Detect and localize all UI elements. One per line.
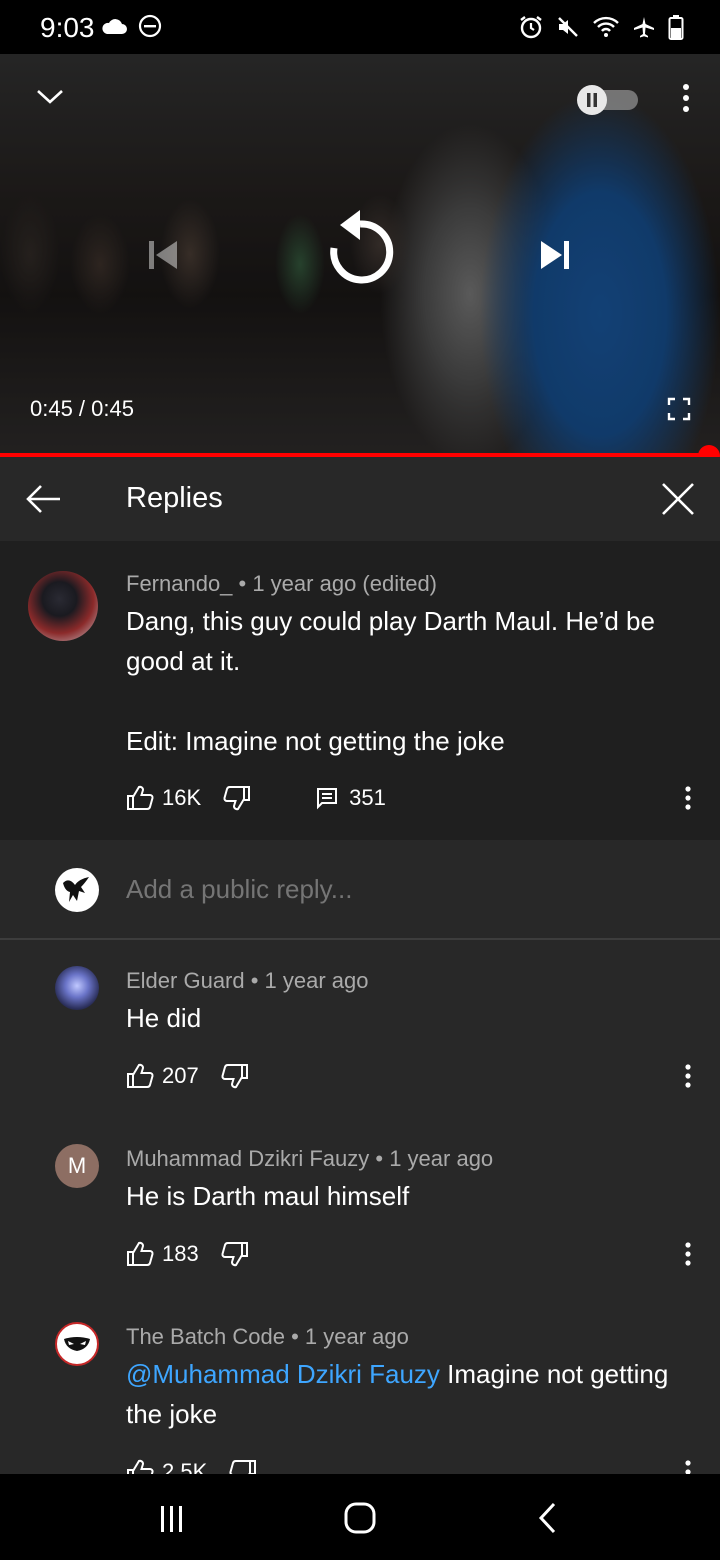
comment-text: He is Darth maul himself bbox=[126, 1181, 410, 1211]
home-button[interactable] bbox=[338, 1496, 382, 1540]
next-video-button[interactable] bbox=[532, 234, 578, 280]
reply-count-button[interactable] bbox=[313, 784, 341, 812]
mute-icon bbox=[556, 15, 580, 44]
nav-back-button[interactable] bbox=[526, 1496, 570, 1540]
thumb-down-icon bbox=[221, 1242, 248, 1267]
reply-input[interactable] bbox=[126, 874, 666, 905]
comment-meta: The Batch Code • 1 year ago bbox=[126, 1324, 409, 1349]
replies-list: Elder Guard • 1 year ago He did 207 M Mu… bbox=[0, 940, 720, 1474]
mention-link[interactable]: @Muhammad Dzikri Fauzy bbox=[126, 1359, 440, 1389]
battery-icon bbox=[668, 14, 684, 45]
mask-face-icon bbox=[64, 1337, 90, 1351]
thumb-up-icon bbox=[127, 1459, 154, 1474]
skip-next-icon bbox=[537, 239, 573, 276]
comment-more-button[interactable] bbox=[678, 1062, 698, 1090]
cloud-icon bbox=[100, 16, 128, 41]
video-time: 0:45 / 0:45 bbox=[30, 396, 134, 421]
video-player[interactable]: 0:45 / 0:45 bbox=[0, 54, 720, 456]
dislike-button[interactable] bbox=[221, 1240, 249, 1268]
avatar[interactable] bbox=[55, 966, 99, 1010]
fullscreen-button[interactable] bbox=[664, 396, 694, 426]
system-navigation-bar bbox=[0, 1474, 720, 1560]
like-count: 16K bbox=[162, 785, 202, 810]
comment-actions: 207 bbox=[126, 1062, 249, 1090]
more-vertical-icon bbox=[685, 786, 691, 810]
dislike-button[interactable] bbox=[223, 784, 251, 812]
more-vertical-icon bbox=[685, 1064, 691, 1088]
dislike-button[interactable] bbox=[221, 1062, 249, 1090]
home-icon bbox=[344, 1502, 376, 1534]
comment-actions: 183 bbox=[126, 1240, 249, 1268]
more-vertical-icon bbox=[682, 83, 690, 118]
avatar bbox=[55, 868, 99, 912]
thumb-down-icon bbox=[223, 786, 251, 811]
airplane-icon bbox=[632, 15, 656, 44]
more-vertical-icon bbox=[685, 1460, 691, 1474]
like-button[interactable] bbox=[126, 1240, 154, 1268]
thumb-up-icon bbox=[127, 1063, 154, 1088]
comment-meta: Muhammad Dzikri Fauzy • 1 year ago bbox=[126, 1146, 494, 1171]
autoplay-pause-icon bbox=[577, 85, 638, 115]
avatar[interactable] bbox=[28, 571, 98, 641]
thumb-up-icon bbox=[127, 785, 154, 810]
thumb-down-icon bbox=[229, 1460, 257, 1474]
parent-comment: Fernando_ • 1 year ago (edited) Dang, th… bbox=[0, 541, 720, 840]
like-count: 207 bbox=[162, 1063, 199, 1088]
wifi-icon bbox=[592, 15, 620, 44]
comment-text: He did bbox=[126, 1003, 202, 1033]
comment-text: Dang, this guy could play Darth Maul. He… bbox=[126, 606, 655, 756]
previous-video-button[interactable] bbox=[140, 234, 186, 280]
more-vertical-icon bbox=[685, 1242, 691, 1266]
thumb-up-icon bbox=[127, 1241, 154, 1266]
comment-more-button[interactable] bbox=[678, 1240, 698, 1268]
close-replies-button[interactable] bbox=[658, 479, 698, 519]
add-reply-row bbox=[0, 840, 720, 940]
recent-apps-button[interactable] bbox=[150, 1496, 194, 1540]
comment-actions: 16K 351 bbox=[126, 784, 386, 812]
comment-more-button[interactable] bbox=[678, 784, 698, 812]
thumb-down-icon bbox=[221, 1064, 248, 1089]
replies-header: Replies bbox=[0, 457, 720, 541]
avatar[interactable]: M bbox=[55, 1144, 99, 1188]
chevron-left-icon bbox=[538, 1502, 556, 1534]
like-button[interactable] bbox=[126, 1062, 154, 1090]
status-time: 9:03 bbox=[40, 12, 95, 43]
player-more-button[interactable] bbox=[672, 82, 700, 118]
chevron-down-icon bbox=[35, 88, 65, 111]
autoplay-toggle[interactable] bbox=[576, 84, 640, 116]
status-bar: 9:03 bbox=[0, 0, 720, 54]
replay-icon bbox=[322, 209, 398, 299]
skip-previous-icon bbox=[145, 239, 181, 276]
fullscreen-icon bbox=[667, 397, 691, 426]
back-button[interactable] bbox=[24, 481, 64, 517]
comment-meta: Fernando_ • 1 year ago (edited) bbox=[126, 571, 438, 596]
do-not-disturb-icon bbox=[138, 14, 162, 43]
like-button[interactable] bbox=[126, 784, 154, 812]
reply-count: 351 bbox=[349, 785, 386, 810]
close-icon bbox=[658, 483, 698, 523]
like-count: 183 bbox=[162, 1241, 199, 1266]
collapse-player-button[interactable] bbox=[30, 84, 70, 114]
replay-button[interactable] bbox=[320, 209, 400, 299]
dislike-button[interactable] bbox=[229, 1458, 257, 1474]
comment-icon bbox=[317, 788, 338, 810]
like-button[interactable] bbox=[126, 1458, 154, 1474]
avatar[interactable] bbox=[55, 1322, 99, 1366]
comment-actions: 2.5K bbox=[126, 1458, 257, 1474]
pegasus-icon bbox=[63, 877, 89, 902]
comment-text: @Muhammad Dzikri Fauzy Imagine not getti… bbox=[126, 1359, 669, 1429]
comment-meta: Elder Guard • 1 year ago bbox=[126, 968, 369, 993]
like-count: 2.5K bbox=[162, 1459, 208, 1474]
comment-more-button[interactable] bbox=[678, 1458, 698, 1474]
recent-apps-icon bbox=[161, 1506, 182, 1532]
alarm-icon bbox=[518, 14, 544, 45]
arrow-back-icon bbox=[24, 485, 64, 521]
replies-title: Replies bbox=[126, 482, 223, 514]
